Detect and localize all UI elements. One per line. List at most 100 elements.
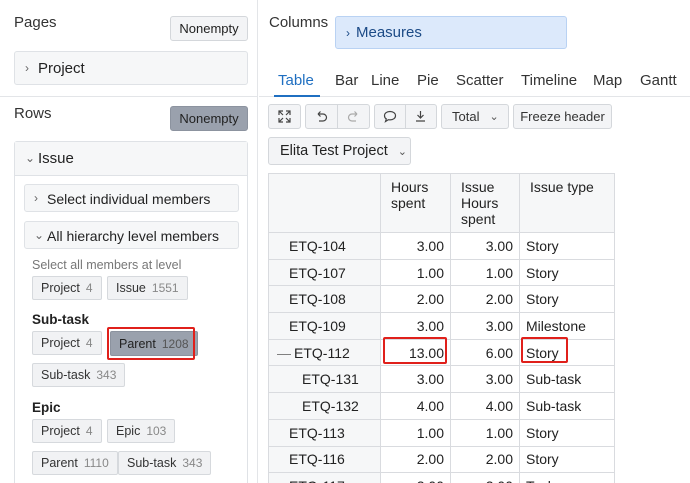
cell-type: Story (519, 338, 615, 367)
cell-type: Sub-task (519, 365, 615, 394)
chip-label: Sub-task (41, 368, 91, 382)
epic-chip-parent[interactable]: Parent 1110 (32, 451, 118, 475)
row-name[interactable]: ETQ-113 (268, 418, 381, 447)
row-name[interactable]: ETQ-108 (268, 285, 381, 314)
epic-group-title: Epic (32, 400, 61, 415)
epic-chip-project[interactable]: Project 4 (32, 419, 102, 443)
level-chip-issue[interactable]: Issue 1551 (107, 276, 188, 300)
row-name[interactable]: ETQ-104 (268, 232, 381, 260)
measures-dimension[interactable]: › Measures (335, 16, 567, 49)
right-panel: Columns › Measures Table Bar Line Pie Sc… (259, 0, 690, 483)
issue-dimension-header[interactable]: ⌄ Issue (15, 142, 247, 176)
cell-issue-hours: 4.00 (450, 392, 520, 420)
chip-count: 1110 (83, 456, 109, 470)
select-all-hint: Select all members at level (32, 258, 182, 272)
level-chip-project[interactable]: Project 4 (32, 276, 102, 300)
cell-issue-hours: 3.00 (450, 232, 520, 260)
fullscreen-button[interactable] (268, 104, 301, 129)
subtask-chip-subtask[interactable]: Sub-task 343 (32, 363, 126, 387)
col-header-issue-type[interactable]: Issue type (519, 173, 615, 233)
cell-hours: 2.00 (380, 472, 451, 483)
table-row: ETQ-131 3.00 3.00 Sub-task (268, 365, 615, 394)
chip-count: 4 (85, 424, 93, 438)
tab-line[interactable]: Line (371, 72, 399, 89)
tab-timeline[interactable]: Timeline (521, 72, 577, 89)
project-selector[interactable]: Elita Test Project ⌄ (268, 137, 411, 165)
measures-label: Measures (356, 24, 422, 41)
cell-issue-hours: 2.00 (450, 445, 520, 474)
comment-button[interactable] (375, 105, 405, 128)
table-row: ETQ-104 3.00 3.00 Story (268, 232, 615, 260)
freeze-header-button[interactable]: Freeze header (513, 104, 612, 129)
epic-chip-epic[interactable]: Epic 103 (107, 419, 176, 443)
tab-gantt[interactable]: Gantt (640, 72, 677, 89)
columns-title: Columns (269, 14, 329, 31)
subtask-chip-parent[interactable]: Parent 1208 (110, 331, 198, 356)
comment-export-group (374, 104, 437, 129)
row-name[interactable]: ETQ-107 (268, 258, 381, 287)
chip-label: Project (41, 336, 80, 350)
chevron-right-icon: › (25, 61, 29, 75)
collapse-minus-icon[interactable]: — (277, 345, 291, 361)
table-row: ETQ-116 2.00 2.00 Story (268, 445, 615, 474)
tab-table[interactable]: Table (278, 72, 314, 89)
chip-count: 343 (96, 368, 117, 382)
export-button[interactable] (406, 105, 436, 128)
chip-label: Epic (116, 424, 141, 438)
tab-bar[interactable]: Bar (335, 72, 358, 89)
pages-nonempty-button[interactable]: Nonempty (170, 16, 248, 41)
section-divider (0, 96, 258, 97)
col-header-issue-hours-spent[interactable]: Issue Hours spent (450, 173, 520, 233)
tab-scatter[interactable]: Scatter (456, 72, 504, 89)
expand-icon (278, 110, 291, 123)
cell-hours: 1.00 (380, 418, 451, 447)
row-name[interactable]: ETQ-116 (268, 445, 381, 474)
undo-button[interactable] (306, 105, 337, 128)
subtask-chip-project[interactable]: Project 4 (32, 331, 102, 355)
row-name[interactable]: ETQ-131 (268, 365, 381, 394)
rows-nonempty-button[interactable]: Nonempty (170, 106, 248, 131)
all-hierarchy-level-members[interactable]: ⌄ All hierarchy level members (24, 221, 239, 249)
row-name[interactable]: ETQ-117 (268, 472, 381, 483)
tab-map[interactable]: Map (593, 72, 622, 89)
subtask-group-title: Sub-task (32, 312, 90, 327)
chip-count: 1551 (151, 281, 179, 295)
epic-chip-subtask[interactable]: Sub-task 343 (118, 451, 212, 475)
view-tabs: Table Bar Line Pie Scatter Timeline Map … (259, 63, 690, 97)
cell-hours: 1.00 (380, 258, 451, 287)
chevron-down-icon: ⌄ (397, 145, 407, 158)
table-row: ETQ-132 4.00 4.00 Sub-task (268, 392, 615, 420)
chip-count: 1208 (161, 336, 189, 351)
row-name[interactable]: ETQ-109 (268, 312, 381, 340)
data-table: Hours spent Issue Hours spent Issue type… (268, 173, 615, 483)
cell-type: Task (519, 472, 615, 483)
row-name[interactable]: ETQ-132 (268, 392, 381, 420)
chip-label: Project (41, 424, 80, 438)
cell-type: Story (519, 258, 615, 287)
chip-count: 343 (182, 456, 203, 470)
cell-issue-hours: 3.00 (450, 365, 520, 394)
chip-label: Project (41, 281, 80, 295)
chevron-down-icon: ⌄ (489, 111, 499, 123)
total-dropdown[interactable]: Total ⌄ (441, 104, 509, 129)
chip-label: Parent (119, 336, 156, 351)
comment-icon (383, 110, 397, 123)
cell-type: Sub-task (519, 392, 615, 420)
col-header-hours-spent[interactable]: Hours spent (380, 173, 451, 233)
table-row: ETQ-108 2.00 2.00 Story (268, 285, 615, 314)
active-tab-indicator (274, 95, 320, 97)
pages-project-dimension[interactable]: › Project (14, 51, 248, 85)
cell-type: Story (519, 285, 615, 314)
select-individual-members[interactable]: › Select individual members (24, 184, 239, 212)
tab-pie[interactable]: Pie (417, 72, 439, 89)
row-name-expanded[interactable]: — ETQ-112 (268, 338, 381, 367)
cell-type: Milestone (519, 312, 615, 340)
redo-button[interactable] (338, 105, 369, 128)
chip-label: Sub-task (127, 456, 177, 470)
pages-title: Pages (14, 14, 57, 31)
cell-hours: 3.00 (380, 232, 451, 260)
cell-hours: 3.00 (380, 365, 451, 394)
total-label: Total (452, 109, 480, 124)
chip-count: 103 (146, 424, 167, 438)
cell-issue-hours: 6.00 (450, 338, 520, 367)
